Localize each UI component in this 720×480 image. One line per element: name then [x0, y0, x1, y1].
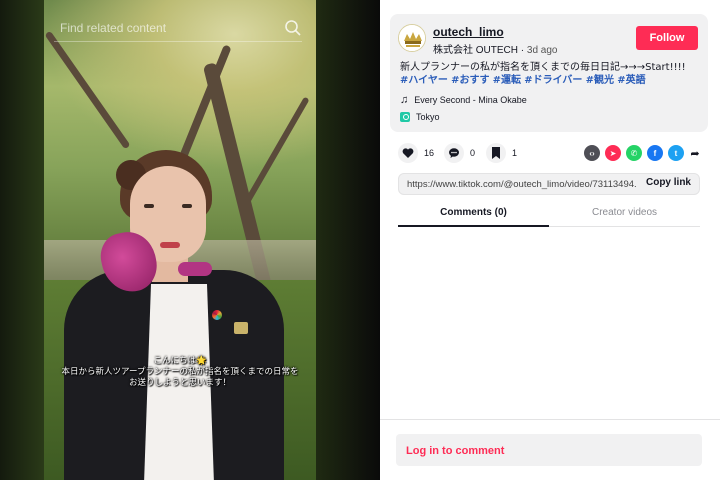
- post-description: 新人プランナーの私が指名を頂くまでの毎日日記→→→Start!!!! #ハイヤー…: [400, 61, 700, 87]
- name-badge: [234, 322, 248, 334]
- music-note-icon: ♫: [400, 94, 409, 106]
- video-blur-left: [0, 0, 44, 480]
- post-info-card: outech_limo 株式会社 OUTECH · 3d ago Follow …: [390, 14, 708, 132]
- follow-button[interactable]: Follow: [636, 26, 698, 50]
- bookmark-icon[interactable]: [486, 143, 506, 163]
- hashtag-link[interactable]: #ハイヤー: [400, 75, 448, 86]
- author-display-name: 株式会社 OUTECH: [433, 45, 518, 56]
- comment-tabs: Comments (0) Creator videos: [398, 203, 700, 227]
- video-blur-right: [316, 0, 380, 480]
- actions-row: 16 0 1 ‹› ➤ ✆ f t ➦: [398, 143, 700, 165]
- post-age: 3d ago: [526, 45, 558, 56]
- music-title[interactable]: Every Second - Mina Okabe: [414, 95, 527, 105]
- comments-divider: [380, 419, 720, 420]
- post-info-panel: outech_limo 株式会社 OUTECH · 3d ago Follow …: [380, 0, 720, 480]
- location-pin-icon: [400, 112, 410, 122]
- meta-separator: ·: [520, 45, 525, 56]
- embed-icon[interactable]: ‹›: [584, 145, 600, 161]
- copy-link-button[interactable]: Copy link: [646, 177, 691, 188]
- video-player[interactable]: こんにちは🌟 本日から新人ツアープランナーの私が指名を頂くまでの日常を お送りし…: [0, 0, 380, 480]
- hashtag-link[interactable]: #おすす: [451, 75, 489, 86]
- copy-link-box: https://www.tiktok.com/@outech_limo/vide…: [398, 173, 700, 195]
- caption-line: お送りしようと思います！: [128, 378, 231, 388]
- comment-action[interactable]: 0: [444, 143, 475, 163]
- whatsapp-icon[interactable]: ✆: [626, 145, 642, 161]
- hashtag-link[interactable]: #運転: [493, 75, 521, 86]
- person-scarf-tie: [178, 262, 212, 276]
- author-meta: 株式会社 OUTECH · 3d ago: [433, 41, 558, 56]
- author-username[interactable]: outech_limo: [433, 25, 504, 39]
- music-row[interactable]: ♫ Every Second - Mina Okabe: [400, 94, 527, 106]
- login-bar[interactable]: Log in to comment: [396, 434, 702, 466]
- video-caption: こんにちは🌟 本日から新人ツアープランナーの私が指名を頂くまでの日常を お送りし…: [44, 356, 316, 389]
- outech-logo-icon: [399, 25, 425, 51]
- active-tab-indicator: [398, 225, 549, 227]
- caption-line: 本日から新人ツアープランナーの私が指名を頂くまでの日常を: [61, 367, 299, 377]
- person-eye: [144, 204, 154, 208]
- save-action[interactable]: 1: [486, 143, 517, 163]
- share-arrow-icon[interactable]: ➦: [687, 145, 703, 161]
- facebook-icon[interactable]: f: [647, 145, 663, 161]
- hashtag-link[interactable]: #英語: [617, 75, 645, 86]
- video-link-url[interactable]: https://www.tiktok.com/@outech_limo/vide…: [407, 179, 637, 190]
- avatar[interactable]: [398, 24, 426, 52]
- sdg-pin: [212, 310, 222, 320]
- person-lips: [160, 242, 180, 248]
- search-input[interactable]: [54, 20, 284, 35]
- search-icon[interactable]: [284, 19, 302, 37]
- like-action[interactable]: 16: [398, 143, 434, 163]
- person-eye: [182, 204, 192, 208]
- send-icon[interactable]: ➤: [605, 145, 621, 161]
- tab-comments[interactable]: Comments (0): [398, 207, 549, 218]
- comment-icon[interactable]: [444, 143, 464, 163]
- like-count: 16: [424, 148, 435, 158]
- hashtag-link[interactable]: #ドライバー: [524, 75, 582, 86]
- caption-line: こんにちは🌟: [153, 356, 207, 366]
- tab-creator-videos[interactable]: Creator videos: [549, 207, 700, 218]
- hashtag-link[interactable]: #観光: [586, 75, 614, 86]
- location-name[interactable]: Tokyo: [416, 112, 440, 122]
- login-to-comment-link[interactable]: Log in to comment: [406, 445, 504, 457]
- location-row[interactable]: Tokyo: [400, 112, 440, 122]
- save-count: 1: [512, 148, 518, 158]
- comment-count: 0: [470, 148, 476, 158]
- heart-icon[interactable]: [398, 143, 418, 163]
- video-search-bar[interactable]: [54, 14, 302, 42]
- video-frame[interactable]: [44, 0, 316, 480]
- twitter-icon[interactable]: t: [668, 145, 684, 161]
- description-text: 新人プランナーの私が指名を頂くまでの毎日日記→→→Start!!!!: [400, 62, 686, 73]
